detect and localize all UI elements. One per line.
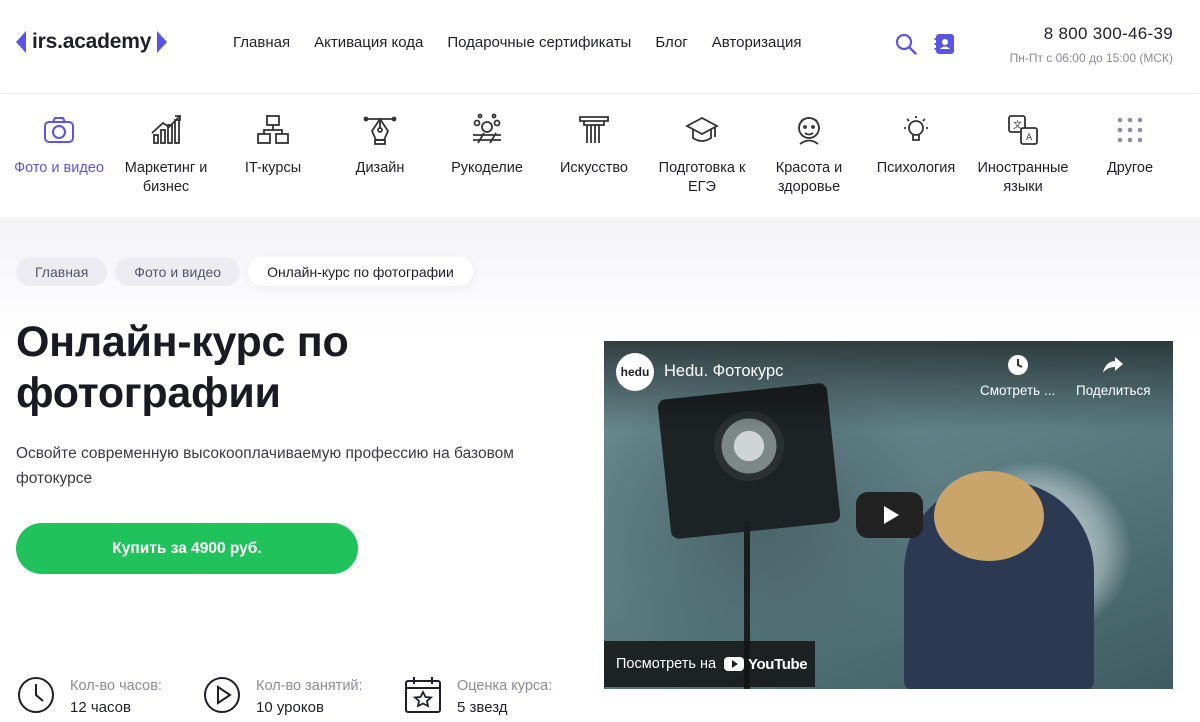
- category-label: Подготовка к ЕГЭ: [658, 160, 746, 195]
- category-exam-prep[interactable]: Подготовка к ЕГЭ: [650, 113, 754, 197]
- working-hours: Пн-Пт с 06:00 до 15:00 (МСК): [1009, 51, 1173, 65]
- network-icon: [257, 115, 289, 144]
- chart-icon: [151, 115, 181, 144]
- phone-number[interactable]: 8 800 300-46-39: [1044, 24, 1173, 44]
- stat-label: Оценка курса:: [457, 678, 553, 694]
- stat-value: 12 часов: [70, 699, 131, 716]
- logo[interactable]: irs.academy: [16, 29, 168, 55]
- stat-value: 10 уроков: [256, 699, 324, 716]
- nav-login[interactable]: Авторизация: [712, 34, 802, 51]
- category-needlework[interactable]: Рукоделие: [435, 113, 539, 178]
- category-label: Иностранные языки: [977, 160, 1069, 195]
- category-label: IT-курсы: [244, 160, 302, 176]
- course-hero: Главная Фото и видео Онлайн-курс по фото…: [0, 218, 1200, 722]
- category-it[interactable]: IT-курсы: [221, 113, 325, 178]
- youtube-wordmark: YouTube: [748, 655, 808, 673]
- graduation-cap-icon: [685, 116, 719, 142]
- category-other[interactable]: Другое: [1078, 113, 1182, 178]
- logo-left-triangle-icon: [16, 31, 26, 53]
- site-header: irs.academy Главная Активация кода Подар…: [0, 0, 1200, 94]
- svg-text:A: A: [1026, 133, 1033, 143]
- stat-rating: Оценка курса: 5 звезд: [403, 675, 552, 718]
- needlework-icon: [473, 113, 501, 144]
- category-psychology[interactable]: Психология: [864, 113, 968, 178]
- play-button[interactable]: [856, 492, 923, 538]
- channel-avatar[interactable]: hedu: [616, 353, 654, 391]
- breadcrumb: Главная Фото и видео Онлайн-курс по фото…: [16, 257, 473, 286]
- category-label: Рукоделие: [451, 160, 523, 176]
- category-label: Психология: [876, 160, 956, 176]
- share-label: Поделиться: [1076, 383, 1151, 398]
- main-nav: Главная Активация кода Подарочные сертиф…: [233, 34, 802, 51]
- watch-on-label: Посмотреть на: [616, 656, 717, 672]
- lightbulb-icon: [904, 116, 928, 141]
- logo-text: irs.academy: [32, 30, 152, 53]
- category-art[interactable]: Искусство: [542, 113, 646, 178]
- category-label: Фото и видео: [14, 160, 104, 176]
- face-icon: [798, 117, 820, 145]
- category-label: Красота и здоровье: [775, 160, 843, 195]
- breadcrumb-current: Онлайн-курс по фотографии: [248, 257, 473, 286]
- translate-icon: 文A: [1008, 115, 1038, 145]
- buy-button[interactable]: Купить за 4900 руб.: [16, 523, 358, 574]
- stat-lessons: Кол-во занятий: 10 уроков: [202, 675, 363, 718]
- camera-icon: [44, 117, 74, 143]
- page-title: Онлайн-курс по фотографии: [16, 318, 349, 417]
- nav-blog[interactable]: Блог: [655, 34, 687, 51]
- stat-label: Кол-во часов:: [70, 678, 162, 694]
- youtube-play-icon: [724, 657, 745, 671]
- stat-value: 5 звезд: [457, 699, 508, 716]
- clock-icon: [1007, 355, 1028, 375]
- svg-text:文: 文: [1013, 119, 1022, 131]
- category-marketing[interactable]: Маркетинг и бизнес: [114, 113, 218, 197]
- stat-label: Кол-во занятий:: [256, 678, 363, 694]
- video-title[interactable]: Hedu. Фотокурс: [664, 362, 783, 381]
- contacts-icon[interactable]: [933, 32, 957, 56]
- course-subtitle: Освойте современную высокооплачиваемую п…: [16, 445, 514, 487]
- clock-icon: [18, 677, 54, 713]
- play-circle-icon: [204, 677, 240, 713]
- watch-later-label: Смотреть ...: [980, 383, 1056, 398]
- category-languages[interactable]: 文A Иностранные языки: [971, 113, 1075, 197]
- pen-tool-icon: [363, 116, 397, 145]
- category-photo-video[interactable]: Фото и видео: [7, 113, 111, 178]
- youtube-logo: YouTube: [724, 655, 808, 673]
- stat-hours: Кол-во часов: 12 часов: [16, 675, 162, 718]
- category-design[interactable]: Дизайн: [328, 113, 432, 178]
- breadcrumb-home[interactable]: Главная: [16, 257, 108, 286]
- video-player[interactable]: hedu Hedu. Фотокурс Смотреть ... Поделит…: [604, 341, 1173, 689]
- column-icon: [579, 116, 609, 143]
- watch-on-youtube-button[interactable]: Посмотреть на YouTube: [604, 641, 815, 687]
- breadcrumb-photo-video[interactable]: Фото и видео: [115, 257, 241, 286]
- category-beauty[interactable]: Красота и здоровье: [757, 113, 861, 197]
- share-arrow-icon: [1103, 357, 1124, 373]
- play-icon: [883, 506, 899, 524]
- category-label: Искусство: [559, 160, 628, 176]
- logo-right-triangle-icon: [157, 31, 168, 53]
- category-bar: Фото и видео Маркетинг и бизнес IT-курсы…: [0, 95, 1200, 217]
- nav-home[interactable]: Главная: [233, 34, 290, 51]
- calendar-star-icon: [405, 677, 441, 713]
- video-thumbnail-hair: [934, 471, 1044, 561]
- category-label: Дизайн: [355, 160, 405, 176]
- category-label: Другое: [1106, 160, 1154, 176]
- category-label: Маркетинг и бизнес: [124, 160, 208, 195]
- nav-code-activation[interactable]: Активация кода: [314, 34, 423, 51]
- share-button[interactable]: Поделиться: [1076, 353, 1151, 398]
- search-icon[interactable]: [894, 32, 918, 56]
- watch-later-button[interactable]: Смотреть ...: [980, 353, 1055, 398]
- grid-dots-icon: [1117, 117, 1143, 143]
- nav-gift-certificates[interactable]: Подарочные сертификаты: [447, 34, 631, 51]
